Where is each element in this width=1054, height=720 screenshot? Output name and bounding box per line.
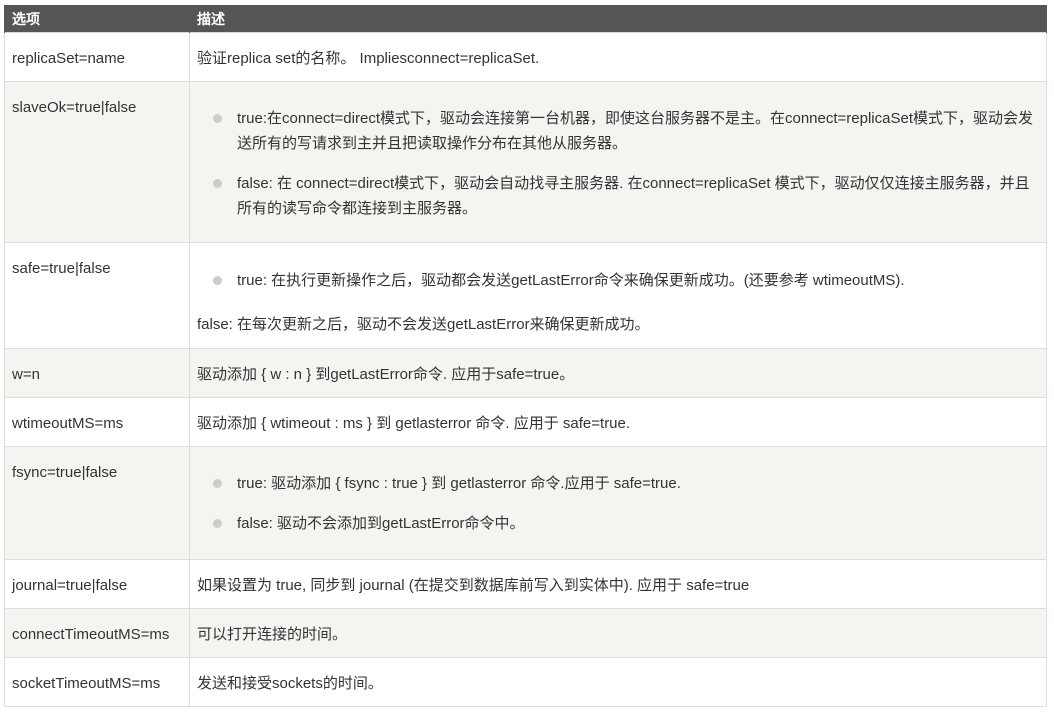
list-item: true: 在执行更新操作之后，驱动都会发送getLastError命令来确保更…	[197, 268, 1039, 293]
table-header-row: 选项 描述	[4, 5, 1047, 33]
table-row: journal=true|false 如果设置为 true, 同步到 journ…	[4, 559, 1047, 609]
option-description: 验证replica set的名称。 Impliesconnect=replica…	[189, 32, 1047, 82]
bullet-dot-icon	[213, 519, 222, 528]
option-key: connectTimeoutMS=ms	[4, 608, 190, 658]
bullet-list: true: 驱动添加 { fsync : true } 到 getlasterr…	[197, 471, 1039, 536]
option-description: 可以打开连接的时间。	[189, 608, 1047, 658]
header-option: 选项	[4, 5, 190, 33]
option-description: 驱动添加 { wtimeout : ms } 到 getlasterror 命令…	[189, 397, 1047, 447]
bullet-dot-icon	[213, 179, 222, 188]
list-item: false: 驱动不会添加到getLastError命令中。	[197, 511, 1039, 536]
table-row: wtimeoutMS=ms 驱动添加 { wtimeout : ms } 到 g…	[4, 397, 1047, 447]
option-key: fsync=true|false	[4, 446, 190, 560]
option-key: slaveOk=true|false	[4, 81, 190, 243]
list-item: true: 驱动添加 { fsync : true } 到 getlasterr…	[197, 471, 1039, 496]
table-row: socketTimeoutMS=ms 发送和接受sockets的时间。	[4, 657, 1047, 707]
option-key: w=n	[4, 348, 190, 398]
list-item-text: true: 驱动添加 { fsync : true } 到 getlasterr…	[237, 475, 681, 492]
list-item-text: true: 在执行更新操作之后，驱动都会发送getLastError命令来确保更…	[237, 272, 905, 289]
list-item-text: true:在connect=direct模式下，驱动会连接第一台机器，即使这台服…	[237, 110, 1033, 152]
table-row: slaveOk=true|false true:在connect=direct模…	[4, 81, 1047, 243]
table-row: safe=true|false true: 在执行更新操作之后，驱动都会发送ge…	[4, 242, 1047, 349]
option-key: wtimeoutMS=ms	[4, 397, 190, 447]
bullet-list: true:在connect=direct模式下，驱动会连接第一台机器，即使这台服…	[197, 106, 1039, 221]
option-description: 驱动添加 { w : n } 到getLastError命令. 应用于safe=…	[189, 348, 1047, 398]
option-key: safe=true|false	[4, 242, 190, 349]
option-key: socketTimeoutMS=ms	[4, 657, 190, 707]
header-description: 描述	[189, 5, 1047, 33]
option-description: true: 驱动添加 { fsync : true } 到 getlasterr…	[189, 446, 1047, 560]
table-row: w=n 驱动添加 { w : n } 到getLastError命令. 应用于s…	[4, 348, 1047, 398]
list-item: false: 在 connect=direct模式下，驱动会自动找寻主服务器. …	[197, 171, 1039, 221]
option-description: 如果设置为 true, 同步到 journal (在提交到数据库前写入到实体中)…	[189, 559, 1047, 609]
option-key: replicaSet=name	[4, 32, 190, 82]
list-item-text: false: 在 connect=direct模式下，驱动会自动找寻主服务器. …	[237, 175, 1030, 217]
option-description: true: 在执行更新操作之后，驱动都会发送getLastError命令来确保更…	[189, 242, 1047, 349]
paragraph-text: false: 在每次更新之后，驱动不会发送getLastError来确保更新成功…	[197, 316, 650, 333]
list-item-text: false: 驱动不会添加到getLastError命令中。	[237, 515, 525, 532]
table-row: replicaSet=name 验证replica set的名称。 Implie…	[4, 32, 1047, 82]
option-key: journal=true|false	[4, 559, 190, 609]
option-description: true:在connect=direct模式下，驱动会连接第一台机器，即使这台服…	[189, 81, 1047, 243]
table-row: connectTimeoutMS=ms 可以打开连接的时间。	[4, 608, 1047, 658]
table-row: fsync=true|false true: 驱动添加 { fsync : tr…	[4, 446, 1047, 560]
bullet-dot-icon	[213, 276, 222, 285]
bullet-dot-icon	[213, 114, 222, 123]
options-table: 选项 描述 replicaSet=name 验证replica set的名称。 …	[4, 5, 1047, 707]
option-description: 发送和接受sockets的时间。	[189, 657, 1047, 707]
bullet-dot-icon	[213, 479, 222, 488]
bullet-list: true: 在执行更新操作之后，驱动都会发送getLastError命令来确保更…	[197, 268, 1039, 293]
list-item: true:在connect=direct模式下，驱动会连接第一台机器，即使这台服…	[197, 106, 1039, 156]
